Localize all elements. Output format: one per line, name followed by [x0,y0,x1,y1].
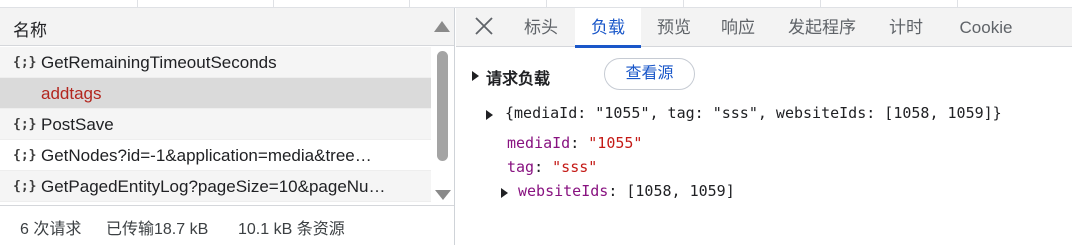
column-divider [546,0,547,8]
tab-response[interactable]: 响应 [710,8,766,47]
request-name: PostSave [41,115,114,134]
request-row[interactable]: {;} PostSave [0,109,431,140]
view-source-button[interactable]: 查看源 [604,58,695,90]
tab-headers[interactable]: 标头 [512,8,570,47]
scrollbar-thumb[interactable] [437,51,448,161]
request-name: GetRemainingTimeoutSeconds [41,53,277,72]
request-details-panel: 标头 负载 预览 响应 发起程序 计时 Cookie 请求负载 查看源 {med… [456,8,1072,245]
property-key: mediaId [507,134,571,152]
payload-property-expandable[interactable]: websiteIds: [1058, 1059] [501,182,821,204]
details-tab-bar: 标头 负载 预览 响应 发起程序 计时 Cookie [456,8,1072,48]
property-key: tag [507,158,535,176]
tab-timing[interactable]: 计时 [878,8,934,47]
resources-size: 10.1 kB 条资源 [238,221,345,238]
request-list-panel: 名称 {;} GetRemainingTimeoutSeconds addtag… [0,8,455,245]
top-strip [0,0,1072,8]
property-key: websiteIds [518,182,609,200]
column-divider [957,0,958,8]
request-count: 6 次请求 [20,221,82,238]
request-name: GetNodes?id=-1&application=media&tree… [41,146,372,165]
property-colon: : [608,182,627,200]
request-row[interactable]: {;} GetPagedEntityLog?pageSize=10&pageNu… [0,171,431,202]
property-colon: : [570,134,589,152]
column-divider [409,0,410,8]
transferred-size: 已传输18.7 kB [106,221,209,238]
name-column-title: 名称 [13,21,47,40]
request-list-scrollbar[interactable] [432,47,454,205]
scroll-down-arrow-icon[interactable] [435,190,451,200]
disclosure-triangle-icon [501,188,508,198]
payload-property: mediaId: "1055" [507,134,642,156]
xhr-icon: {;} [13,117,37,132]
request-row[interactable]: {;} GetNodes?id=-1&application=media&tre… [0,140,431,171]
column-divider [820,0,821,8]
request-name: GetPagedEntityLog?pageSize=10&pageNu… [41,177,386,196]
tab-cookies[interactable]: Cookie [946,8,1026,47]
column-divider [683,0,684,8]
payload-summary: {mediaId: "1055", tag: "sss", websiteIds… [505,104,1002,122]
tab-preview[interactable]: 预览 [646,8,702,47]
property-value: "1055" [588,134,643,152]
property-value: "sss" [552,158,598,176]
close-icon[interactable] [472,14,496,38]
network-status-bar: 6 次请求 已传输18.7 kB 10.1 kB 条资源 [0,205,454,245]
section-title: 请求负载 [486,71,551,88]
xhr-icon: {;} [13,148,37,163]
tab-payload[interactable]: 负载 [575,8,641,48]
request-name: addtags [41,84,102,103]
column-divider [137,0,138,8]
xhr-icon: {;} [13,55,37,70]
xhr-icon: {;} [13,179,37,194]
property-colon: : [534,158,553,176]
request-row[interactable]: {;} GetRemainingTimeoutSeconds [0,47,431,78]
disclosure-triangle-icon [472,71,479,81]
column-divider [273,0,274,8]
name-column-header[interactable]: 名称 [0,8,454,46]
request-rows: {;} GetRemainingTimeoutSeconds addtags {… [0,47,431,202]
sort-ascending-icon[interactable] [434,21,450,32]
disclosure-triangle-icon [486,110,493,120]
payload-property: tag: "sss" [507,158,597,180]
request-row-selected[interactable]: addtags [0,78,431,109]
property-value: [1058, 1059] [626,182,735,200]
tab-initiator[interactable]: 发起程序 [778,8,866,47]
